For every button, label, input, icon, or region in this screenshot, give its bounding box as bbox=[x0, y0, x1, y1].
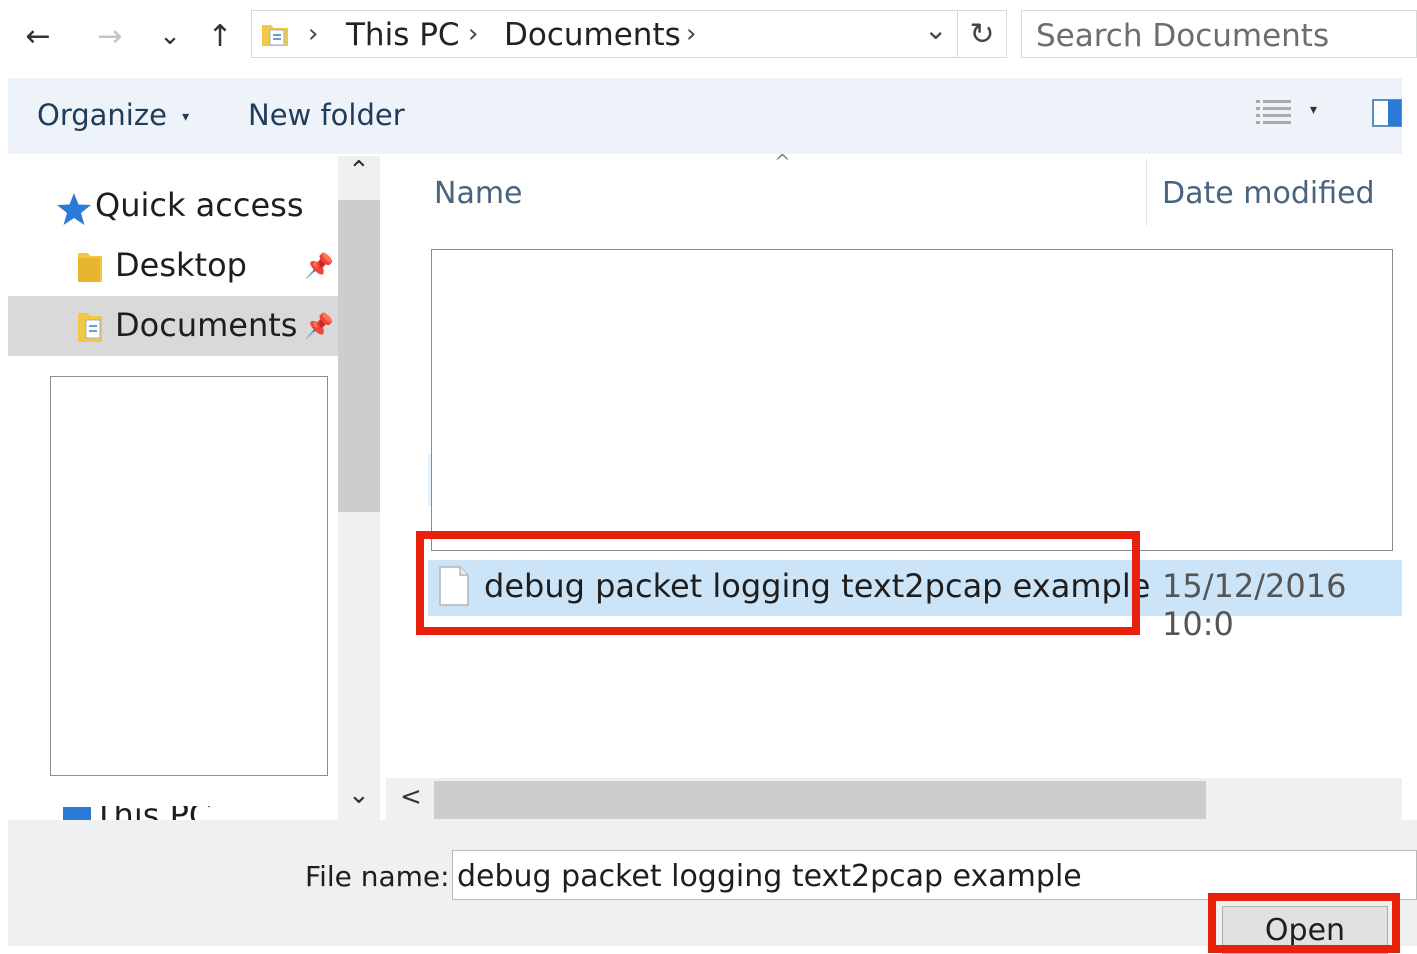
organize-caret-icon: ▾ bbox=[182, 109, 190, 125]
back-arrow-icon: ← bbox=[25, 18, 51, 54]
breadcrumb-documents[interactable]: Documents bbox=[504, 17, 681, 53]
scroll-left-icon[interactable]: < bbox=[400, 782, 422, 812]
scroll-down-icon[interactable]: ⌄ bbox=[348, 780, 370, 810]
back-button[interactable]: ← bbox=[18, 14, 58, 58]
highlight-annotation-box bbox=[416, 531, 1140, 635]
refresh-button[interactable]: ↻ bbox=[957, 11, 1006, 57]
column-header-name[interactable]: Name bbox=[434, 176, 523, 211]
sidebar-item-this-pc[interactable]: This PC bbox=[94, 806, 254, 820]
file-name-value: debug packet logging text2pcap example bbox=[457, 859, 1082, 894]
file-list-horizontal-scrollbar[interactable]: < bbox=[386, 778, 1402, 820]
star-icon bbox=[57, 193, 91, 225]
forward-button[interactable]: → bbox=[90, 14, 130, 58]
sidebar-item-desktop[interactable]: Desktop bbox=[115, 246, 247, 284]
scroll-up-icon[interactable]: ⌃ bbox=[348, 156, 370, 186]
scrollbar-thumb[interactable] bbox=[338, 200, 380, 512]
breadcrumb-separator: › bbox=[468, 19, 479, 49]
details-view-icon[interactable] bbox=[1256, 98, 1292, 130]
pin-icon: 📌 bbox=[304, 252, 334, 280]
column-divider bbox=[1146, 158, 1147, 226]
organize-label: Organize bbox=[37, 98, 167, 132]
view-options-caret-icon[interactable]: ▾ bbox=[1310, 102, 1317, 118]
organize-button[interactable]: Organize ▾ bbox=[37, 98, 189, 132]
refresh-icon: ↻ bbox=[969, 16, 995, 52]
occluding-overlay bbox=[431, 249, 1393, 551]
scrollbar-thumb[interactable] bbox=[434, 781, 1206, 819]
recent-locations-button[interactable]: ⌄ bbox=[150, 14, 190, 58]
this-pc-icon bbox=[63, 807, 91, 820]
file-name-label: File name: bbox=[305, 860, 450, 893]
breadcrumb-separator: › bbox=[308, 19, 319, 49]
documents-folder-icon bbox=[262, 25, 288, 46]
navigation-pane: Quick access Desktop 📌 Documents 📌 This … bbox=[8, 156, 338, 820]
highlight-annotation-box bbox=[1208, 893, 1400, 953]
address-dropdown-icon[interactable]: ⌄ bbox=[924, 13, 947, 46]
forward-arrow-icon: → bbox=[97, 18, 123, 54]
preview-pane-icon[interactable] bbox=[1372, 98, 1402, 130]
occluding-overlay bbox=[50, 376, 328, 776]
sidebar-item-documents[interactable]: Documents bbox=[115, 306, 297, 344]
chevron-down-icon: ⌄ bbox=[159, 21, 181, 51]
new-folder-button[interactable]: New folder bbox=[248, 98, 405, 132]
sort-ascending-icon: ^ bbox=[774, 150, 791, 174]
column-header-date-modified[interactable]: Date modified bbox=[1162, 176, 1375, 211]
pin-icon: 📌 bbox=[304, 312, 334, 340]
breadcrumb-separator: › bbox=[686, 19, 697, 49]
address-bar[interactable]: › This PC › Documents › ⌄ ↻ bbox=[251, 10, 1007, 58]
command-bar: Organize ▾ New folder ▾ bbox=[8, 78, 1402, 154]
documents-folder-icon bbox=[78, 313, 102, 342]
up-arrow-icon: ↑ bbox=[207, 18, 233, 54]
up-button[interactable]: ↑ bbox=[200, 14, 240, 58]
navigation-pane-scrollbar[interactable]: ⌃ ⌄ bbox=[338, 156, 380, 820]
breadcrumb-this-pc[interactable]: This PC bbox=[346, 17, 460, 53]
desktop-folder-icon bbox=[78, 253, 102, 282]
sidebar-item-this-pc-label: This PC bbox=[94, 806, 211, 820]
search-box[interactable]: Search Documents bbox=[1021, 10, 1417, 58]
sidebar-item-quick-access[interactable]: Quick access bbox=[95, 186, 303, 224]
date-modified-cell: 15/12/2016 10:0 bbox=[1162, 567, 1347, 643]
search-input[interactable]: Search Documents bbox=[1036, 18, 1329, 54]
